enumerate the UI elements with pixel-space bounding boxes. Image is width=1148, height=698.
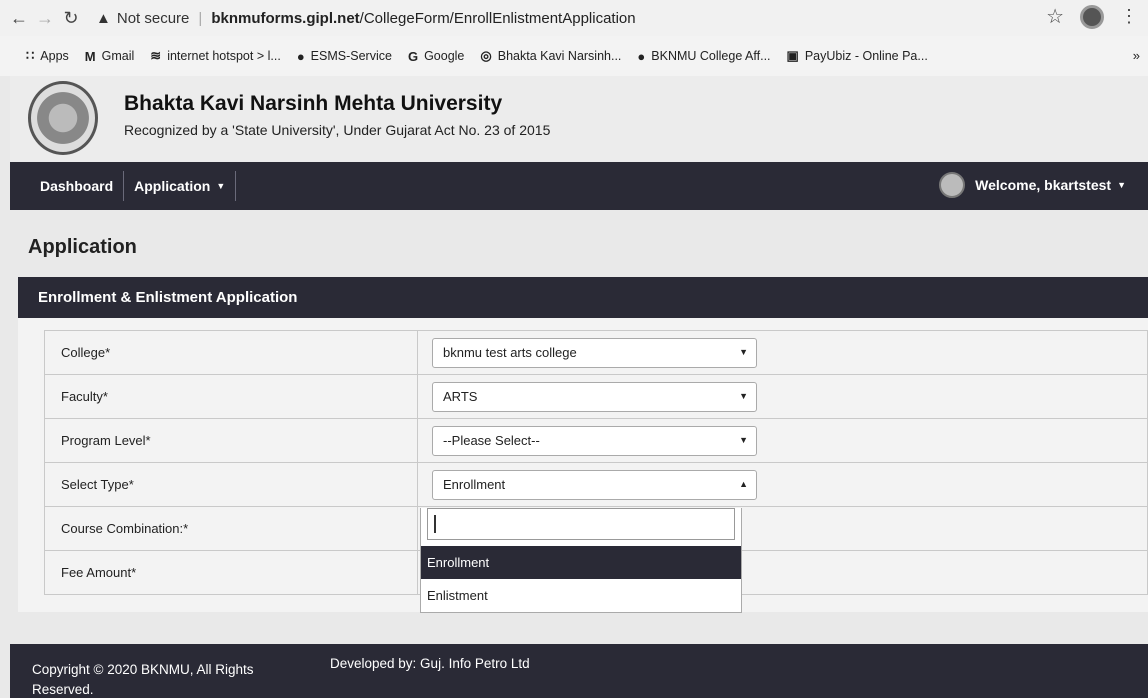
bookmark-label: ESMS-Service	[310, 49, 392, 63]
bookmark-label: Bhakta Kavi Narsinh...	[497, 49, 622, 63]
select-type-label: Select Type*	[44, 462, 418, 507]
reload-icon[interactable]: ↻	[58, 5, 84, 31]
copyright-text: Copyright © 2020 BKNMU, All Rights Reser…	[32, 662, 254, 697]
bookmark-item[interactable]: ● BKNMU College Aff...	[637, 49, 770, 64]
program-level-select[interactable]: --Please Select-- ▼	[432, 425, 757, 456]
chevron-down-icon: ▼	[739, 434, 748, 445]
form-row-college: College* bknmu test arts college ▼	[44, 330, 1148, 375]
bookmark-label: BKNMU College Aff...	[651, 49, 771, 63]
avatar	[939, 172, 966, 198]
forward-arrow-icon[interactable]: →	[32, 5, 58, 31]
developer-credit: Developed by: Guj. Info Petro Ltd	[330, 656, 530, 671]
gmail-icon: M	[84, 48, 96, 64]
form-row-faculty: Faculty* ARTS ▼	[44, 374, 1148, 419]
back-arrow-icon[interactable]: ←	[6, 5, 32, 31]
warning-icon: ▲	[96, 9, 111, 27]
college-label: College*	[44, 330, 418, 375]
dropdown-option-enlistment[interactable]: Enlistment	[421, 579, 741, 612]
form-row-program-level: Program Level* --Please Select-- ▼	[44, 418, 1148, 463]
apps-icon: ∷	[26, 48, 35, 63]
bookmark-label: Google	[424, 49, 465, 63]
bookmark-label: internet hotspot > l...	[167, 49, 281, 63]
chevron-down-icon: ▼	[739, 346, 748, 357]
dropdown-search-input[interactable]	[427, 508, 735, 540]
bookmark-item[interactable]: ∷ Apps	[26, 48, 69, 64]
faculty-label: Faculty*	[44, 374, 418, 419]
select-type-select[interactable]: Enrollment ▲	[432, 469, 757, 500]
profile-icon[interactable]	[1080, 4, 1104, 29]
bookmarks-bar: ∷ Apps M Gmail ≋ internet hotspot > l... ● ESMS…	[0, 36, 1148, 76]
university-logo	[28, 81, 98, 155]
site-icon: ◎	[480, 48, 492, 63]
bookmark-item[interactable]: ≋ internet hotspot > l...	[150, 48, 281, 64]
google-icon: G	[407, 48, 419, 64]
course-combination-label: Course Combination:*	[44, 506, 418, 551]
nav-dashboard[interactable]: Dashboard	[30, 171, 125, 201]
bookmark-item[interactable]: M Gmail	[85, 49, 135, 64]
security-status: Not secure	[116, 9, 190, 27]
fee-amount-label: Fee Amount*	[44, 550, 418, 595]
bookmark-label: Apps	[40, 49, 69, 63]
user-menu[interactable]: Welcome, bkartstest ▼	[939, 172, 1126, 198]
site-header: Bhakta Kavi Narsinh Mehta University Rec…	[10, 76, 1148, 162]
dropdown-option-enrollment[interactable]: Enrollment	[421, 546, 741, 579]
page-title: Application	[28, 236, 137, 258]
globe-icon: ●	[296, 48, 305, 64]
bookmark-star-icon[interactable]: ☆	[1046, 4, 1064, 29]
kebab-menu-icon[interactable]: ⋮	[1120, 6, 1138, 27]
bookmark-label: Gmail	[101, 49, 135, 63]
welcome-text: Welcome, bkartstest	[975, 177, 1112, 193]
main-navbar: Dashboard Application ▼ Welcome, bkartste…	[10, 162, 1148, 210]
wifi-icon: ≋	[150, 48, 162, 63]
chevron-up-icon: ▲	[739, 478, 748, 489]
address-divider: |	[198, 9, 203, 27]
bookmark-item[interactable]: ◎ Bhakta Kavi Narsinh...	[480, 48, 621, 64]
bookmark-item[interactable]: G Google	[408, 49, 464, 64]
text-cursor	[434, 515, 436, 533]
caret-down-icon: ▼	[216, 181, 226, 191]
bookmark-item[interactable]: ● ESMS-Service	[297, 49, 392, 64]
bookmark-label: PayUbiz - Online Pa...	[804, 49, 928, 63]
university-name: Bhakta Kavi Narsinh Mehta University	[124, 92, 503, 115]
globe-icon: ●	[637, 48, 646, 64]
program-level-label: Program Level*	[44, 418, 418, 463]
address-bar[interactable]: ▲ Not secure | bknmuforms.gipl.net/Colle…	[96, 10, 636, 27]
select-type-dropdown: Enrollment Enlistment	[420, 508, 742, 613]
payubiz-icon: ▣	[786, 48, 799, 63]
site-footer: Copyright © 2020 BKNMU, All Rights Reser…	[10, 644, 1148, 698]
university-subtitle: Recognized by a 'State University', Unde…	[124, 122, 551, 138]
form-row-select-type: Select Type* Enrollment ▲	[44, 462, 1148, 507]
faculty-select[interactable]: ARTS ▼	[432, 381, 757, 412]
bookmark-item[interactable]: ▣ PayUbiz - Online Pa...	[787, 48, 928, 64]
url-text: bknmuforms.gipl.net/CollegeForm/EnrollEn…	[211, 9, 636, 27]
caret-down-icon: ▼	[1117, 180, 1126, 190]
chevron-down-icon: ▼	[739, 390, 748, 401]
browser-toolbar: ← → ↻ ▲ Not secure | bknmuforms.gipl.net…	[0, 0, 1148, 36]
nav-application-menu[interactable]: Application ▼	[124, 171, 237, 201]
college-select[interactable]: bknmu test arts college ▼	[432, 337, 757, 368]
panel-title: Enrollment & Enlistment Application	[18, 277, 1148, 318]
bookmarks-overflow-icon[interactable]: »	[1133, 48, 1140, 63]
